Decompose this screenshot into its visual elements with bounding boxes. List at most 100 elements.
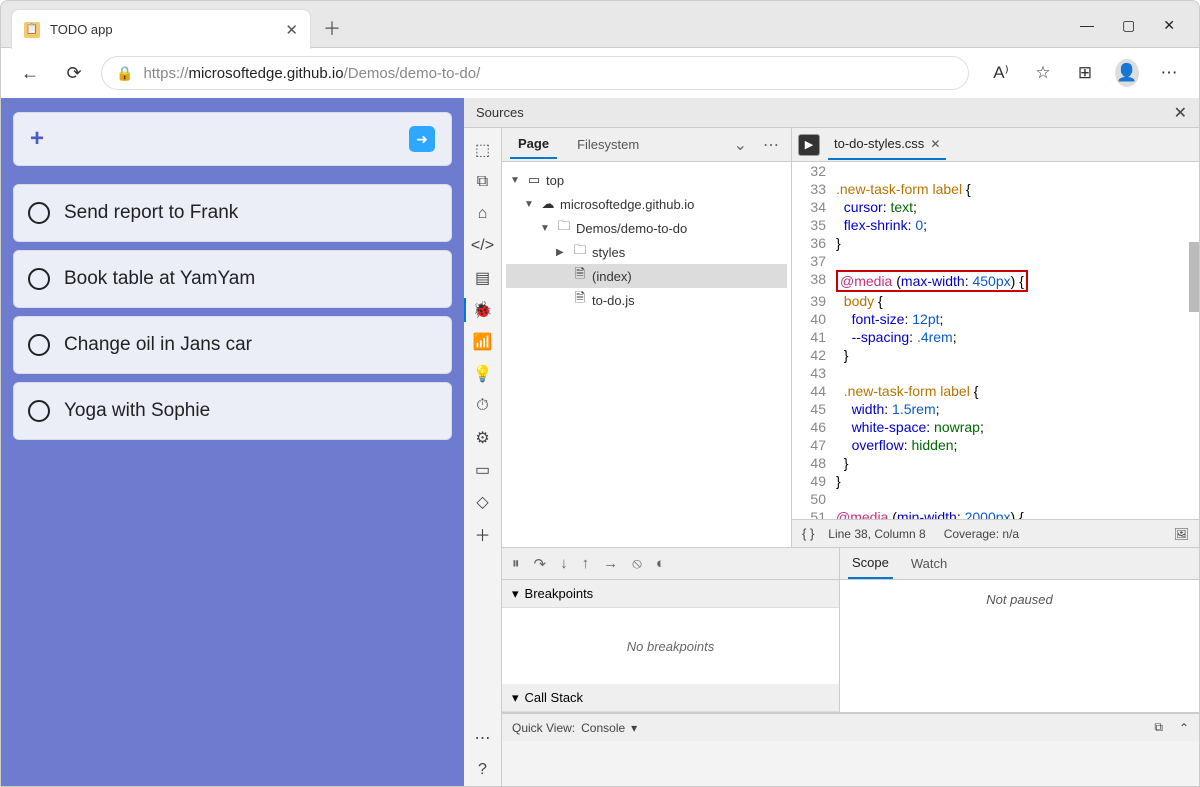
memory-icon[interactable]: 💡: [469, 358, 497, 390]
help-icon[interactable]: ?: [469, 754, 497, 786]
close-tab-icon[interactable]: ✕: [285, 21, 298, 39]
step-into-icon[interactable]: ↓: [560, 555, 568, 572]
breakpoints-header[interactable]: ▾Breakpoints: [502, 580, 839, 608]
browser-toolbar: ← ⟳ 🔒 https://microsoftedge.github.io/De…: [0, 48, 1200, 98]
chevron-down-icon: ▾: [631, 721, 637, 735]
pause-exceptions-icon[interactable]: ◐: [656, 555, 665, 572]
watch-tab[interactable]: Watch: [907, 549, 951, 578]
inspect-icon[interactable]: ⬚: [469, 134, 497, 166]
network-icon[interactable]: 📶: [469, 326, 497, 358]
cloud-icon: ☁: [540, 196, 556, 212]
debugger-right-pane: Scope Watch Not paused: [840, 548, 1199, 712]
editor-status-bar: { } Line 38, Column 8 Coverage: n/a 🖼: [792, 519, 1199, 547]
devtools-panel: Sources ✕ ⬚ ⧉ ⌂ </> ▤ 🐞 📶 💡 ⏱ ⚙ ▭ ◇ ＋ ⋯ …: [464, 98, 1199, 786]
profile-avatar[interactable]: 👤: [1115, 59, 1139, 87]
task-item[interactable]: Yoga with Sophie: [13, 382, 452, 440]
lock-icon: 🔒: [116, 65, 133, 82]
welcome-icon[interactable]: ⌂: [469, 198, 497, 230]
page-favicon: 📋: [24, 22, 40, 38]
application-icon[interactable]: ⚙: [469, 422, 497, 454]
favorite-icon[interactable]: ☆: [1031, 63, 1055, 83]
security-icon[interactable]: ▭: [469, 454, 497, 486]
task-checkbox[interactable]: [28, 334, 50, 356]
close-file-icon[interactable]: ✕: [930, 137, 940, 151]
editor-file-tab[interactable]: to-do-styles.css ✕: [828, 129, 946, 160]
sources-icon[interactable]: 🐞: [469, 294, 497, 326]
task-checkbox[interactable]: [28, 268, 50, 290]
task-checkbox[interactable]: [28, 202, 50, 224]
task-checkbox[interactable]: [28, 400, 50, 422]
devtools-tab-sources[interactable]: Sources: [464, 105, 536, 120]
devtools-header: Sources ✕: [464, 98, 1199, 128]
pretty-print-icon[interactable]: { }: [802, 526, 814, 541]
new-tab-button[interactable]: ＋: [323, 15, 341, 41]
task-label: Book table at YamYam: [64, 268, 255, 290]
quick-view-bar[interactable]: Quick View: Console ▾ ⧉ ⌃: [502, 713, 1199, 741]
folder-icon: 🗀: [556, 217, 572, 239]
filesystem-tab[interactable]: Filesystem: [569, 131, 647, 158]
tab-title: TODO app: [50, 22, 285, 37]
breakpoints-empty: No breakpoints: [502, 608, 839, 684]
not-paused-message: Not paused: [840, 580, 1199, 712]
add-panel-icon[interactable]: ＋: [469, 518, 497, 550]
console-icon[interactable]: ▤: [469, 262, 497, 294]
elements-icon[interactable]: </>: [469, 230, 497, 262]
add-task-row[interactable]: + ➜: [13, 112, 452, 166]
task-item[interactable]: Change oil in Jans car: [13, 316, 452, 374]
window-controls: — ▢ ✕: [1080, 1, 1191, 49]
frame-icon: ▭: [526, 172, 542, 188]
file-tree[interactable]: ▼▭top ▼☁microsoftedge.github.io ▼🗀Demos/…: [502, 162, 791, 318]
back-button[interactable]: ←: [13, 56, 47, 90]
navigator-more-icon[interactable]: ⋯: [759, 135, 783, 155]
maximize-button[interactable]: ▢: [1122, 17, 1135, 34]
submit-task-button[interactable]: ➜: [409, 126, 435, 152]
task-label: Change oil in Jans car: [64, 334, 252, 356]
step-over-icon[interactable]: ↷: [534, 555, 547, 573]
chevron-down-icon[interactable]: ⌄: [734, 135, 747, 155]
debugger-left-pane: ⏸ ↷ ↓ ↑ → ⦸ ◐ ▾Breakpoints No breakpoint…: [502, 548, 840, 712]
sources-navigator: Page Filesystem ⌄ ⋯ ▼▭top ▼☁microsoftedg…: [502, 128, 792, 547]
address-bar[interactable]: 🔒 https://microsoftedge.github.io/Demos/…: [101, 56, 969, 90]
scope-tab[interactable]: Scope: [848, 548, 893, 579]
lighthouse-icon[interactable]: ◇: [469, 486, 497, 518]
toggle-navigator-icon[interactable]: ▶: [798, 134, 820, 156]
refresh-button[interactable]: ⟳: [57, 56, 91, 90]
task-item[interactable]: Send report to Frank: [13, 184, 452, 242]
coverage-status: Coverage: n/a: [944, 527, 1019, 541]
step-icon[interactable]: →: [603, 555, 618, 572]
more-tools-icon[interactable]: ⋯: [469, 722, 497, 754]
chevron-up-icon[interactable]: ⌃: [1179, 721, 1189, 735]
task-item[interactable]: Book table at YamYam: [13, 250, 452, 308]
device-mode-icon[interactable]: ⧉: [469, 166, 497, 198]
caret-down-icon: ▾: [512, 586, 519, 602]
cursor-position: Line 38, Column 8: [828, 527, 925, 541]
step-out-icon[interactable]: ↑: [582, 555, 590, 572]
browser-tab[interactable]: 📋 TODO app ✕: [11, 9, 311, 49]
window-titlebar: 📋 TODO app ✕ ＋ — ▢ ✕: [0, 0, 1200, 48]
todo-app-pane: + ➜ Send report to Frank Book table at Ya…: [1, 98, 464, 786]
code-area[interactable]: 3233.new-task-form label {34 cursor: tex…: [792, 162, 1199, 519]
debugger-toolbar: ⏸ ↷ ↓ ↑ → ⦸ ◐: [502, 548, 839, 580]
page-tab[interactable]: Page: [510, 130, 557, 159]
file-icon: 🗎: [572, 289, 588, 311]
url-text: https://microsoftedge.github.io/Demos/de…: [143, 65, 480, 82]
close-window-button[interactable]: ✕: [1163, 17, 1175, 34]
performance-icon[interactable]: ⏱: [469, 390, 497, 422]
dock-side-icon[interactable]: ⧉: [1154, 720, 1163, 735]
file-icon: 🗎: [572, 265, 588, 287]
task-label: Send report to Frank: [64, 202, 238, 224]
source-map-icon[interactable]: 🖼: [1174, 527, 1189, 541]
caret-down-icon: ▾: [512, 690, 519, 706]
callstack-header[interactable]: ▾Call Stack: [502, 684, 839, 712]
deactivate-breakpoints-icon[interactable]: ⦸: [632, 555, 642, 572]
code-editor: ▶ to-do-styles.css ✕ 3233.new-task-form …: [792, 128, 1199, 547]
collections-icon[interactable]: ⊞: [1073, 63, 1097, 83]
folder-icon: 🗀: [572, 241, 588, 263]
devtools-close-icon[interactable]: ✕: [1174, 103, 1187, 123]
read-aloud-icon[interactable]: A⁾: [989, 63, 1013, 83]
pause-icon[interactable]: ⏸: [512, 555, 520, 572]
menu-icon[interactable]: ⋯: [1157, 63, 1181, 83]
minimize-button[interactable]: —: [1080, 17, 1094, 33]
scrollbar-thumb[interactable]: [1189, 242, 1199, 312]
devtools-sidebar: ⬚ ⧉ ⌂ </> ▤ 🐞 📶 💡 ⏱ ⚙ ▭ ◇ ＋ ⋯ ?: [464, 128, 502, 786]
